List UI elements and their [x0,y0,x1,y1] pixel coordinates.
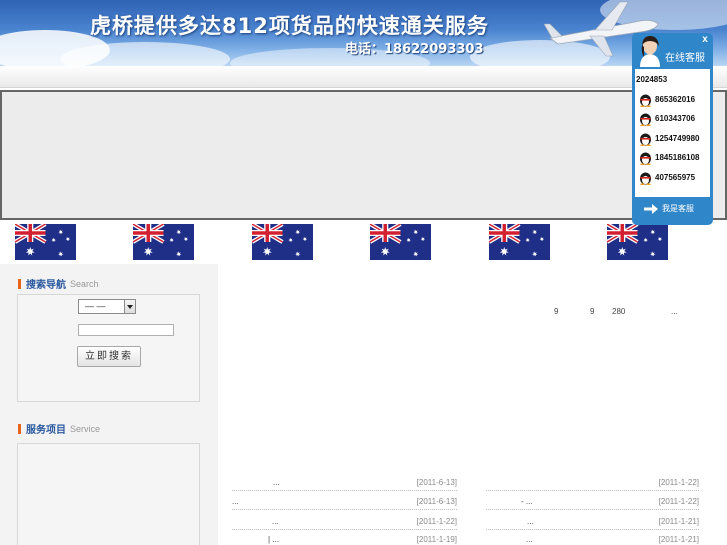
online-service-widget: x 在线客服 2024853 865362016 610343706 12547… [632,33,713,225]
qq-penguin-icon [640,152,651,165]
arrow-right-icon [644,204,658,214]
search-section-label: 搜索导航 [26,280,66,291]
contact-number[interactable]: 865362016 [655,95,695,104]
chevron-down-icon [124,300,135,313]
news-date: [2011-6-13] [416,497,457,506]
news-row[interactable]: ... [2011-6-13] [232,492,457,510]
close-icon[interactable]: x [700,35,710,45]
news-row[interactable]: [2011-1-22] [486,473,699,491]
news-title[interactable]: ... [272,517,279,526]
news-row[interactable]: ... [2011-1-22] [232,512,457,530]
banner-phone: 电话：18622093303 [345,42,484,57]
nav-bar [0,66,727,88]
qq-penguin-icon [640,133,651,146]
news-row[interactable]: - ... [2011-1-22] [486,492,699,510]
category-select[interactable]: — — [78,299,136,314]
service-section-title: 服务项目 Service [18,421,101,436]
online-service-title: 在线客服 [665,53,705,64]
intro-number: 9 [554,307,559,316]
service-panel [17,443,200,545]
contact-number[interactable]: 610343706 [655,114,695,123]
qq-penguin-icon [640,113,651,126]
news-title[interactable]: ... [273,478,280,487]
qq-penguin-icon [640,94,651,107]
main-content: 9 9 280 ... ... [2011-6-13] ... [2011-6-… [218,264,727,545]
service-contact[interactable]: 1254749980 [635,130,710,148]
australia-flag-icon [252,224,313,260]
news-date: [2011-6-13] [416,478,457,487]
service-footer[interactable]: 我是客服 [632,202,713,216]
service-agent-avatar [634,33,666,67]
australia-flag-icon [133,224,194,260]
news-row[interactable]: ... [2011-1-21] [486,512,699,530]
australia-flag-icon [15,224,76,260]
intro-number: 9 [590,307,595,316]
service-contact[interactable]: 2024853 [635,71,710,89]
category-select-value: — — [85,301,106,311]
service-contact[interactable]: 407565975 [635,169,710,187]
service-footer-label[interactable]: 我是客服 [662,202,694,216]
news-date: [2011-1-21] [658,517,699,526]
contact-number[interactable]: 2024853 [636,75,667,84]
qq-penguin-icon [640,172,651,185]
banner-title: 虎桥提供多达812项货品的快速通关服务 [90,14,489,38]
search-panel: — — 立即搜索 [17,294,200,402]
section-accent-bar [18,278,21,289]
service-contact[interactable]: 865362016 [635,91,710,109]
australia-flag-icon [370,224,431,260]
search-section-sublabel: Search [70,278,99,289]
intro-more[interactable]: ... [671,307,678,316]
section-accent-bar [18,423,21,434]
news-date: [2011-1-22] [416,517,457,526]
search-input[interactable] [78,324,174,336]
news-date: [2011-1-22] [658,478,699,487]
flag-row [0,224,727,262]
service-section-label: 服务项目 [26,425,66,436]
news-title[interactable]: | ... [268,535,279,544]
news-title[interactable]: ... [527,517,534,526]
search-section-title: 搜索导航 Search [18,276,99,291]
news-date: [2011-1-21] [658,535,699,544]
service-contact[interactable]: 610343706 [635,110,710,128]
news-row[interactable]: | ... [2011-1-19] [232,530,457,545]
contact-number[interactable]: 1254749980 [655,134,700,143]
news-row[interactable]: ... [2011-1-21] [486,530,699,545]
australia-flag-icon [489,224,550,260]
hero-box [0,90,727,220]
service-contact-list: 2024853 865362016 610343706 1254749980 1… [635,69,710,197]
search-button[interactable]: 立即搜索 [77,346,141,367]
news-title[interactable]: ... [232,497,239,506]
intro-number: 280 [612,307,626,316]
news-title[interactable]: ... [526,535,533,544]
header-banner: 虎桥提供多达812项货品的快速通关服务 电话：18622093303 [0,0,727,66]
news-date: [2011-1-22] [658,497,699,506]
service-section-sublabel: Service [70,423,101,434]
news-title[interactable]: - ... [521,497,533,506]
contact-number[interactable]: 1845186108 [655,153,700,162]
news-row[interactable]: ... [2011-6-13] [232,473,457,491]
left-sidebar: 搜索导航 Search — — 立即搜索 服务项目 Service [0,264,218,545]
contact-number[interactable]: 407565975 [655,173,695,182]
service-contact[interactable]: 1845186108 [635,149,710,167]
australia-flag-icon [607,224,668,260]
news-date: [2011-1-19] [416,535,457,544]
